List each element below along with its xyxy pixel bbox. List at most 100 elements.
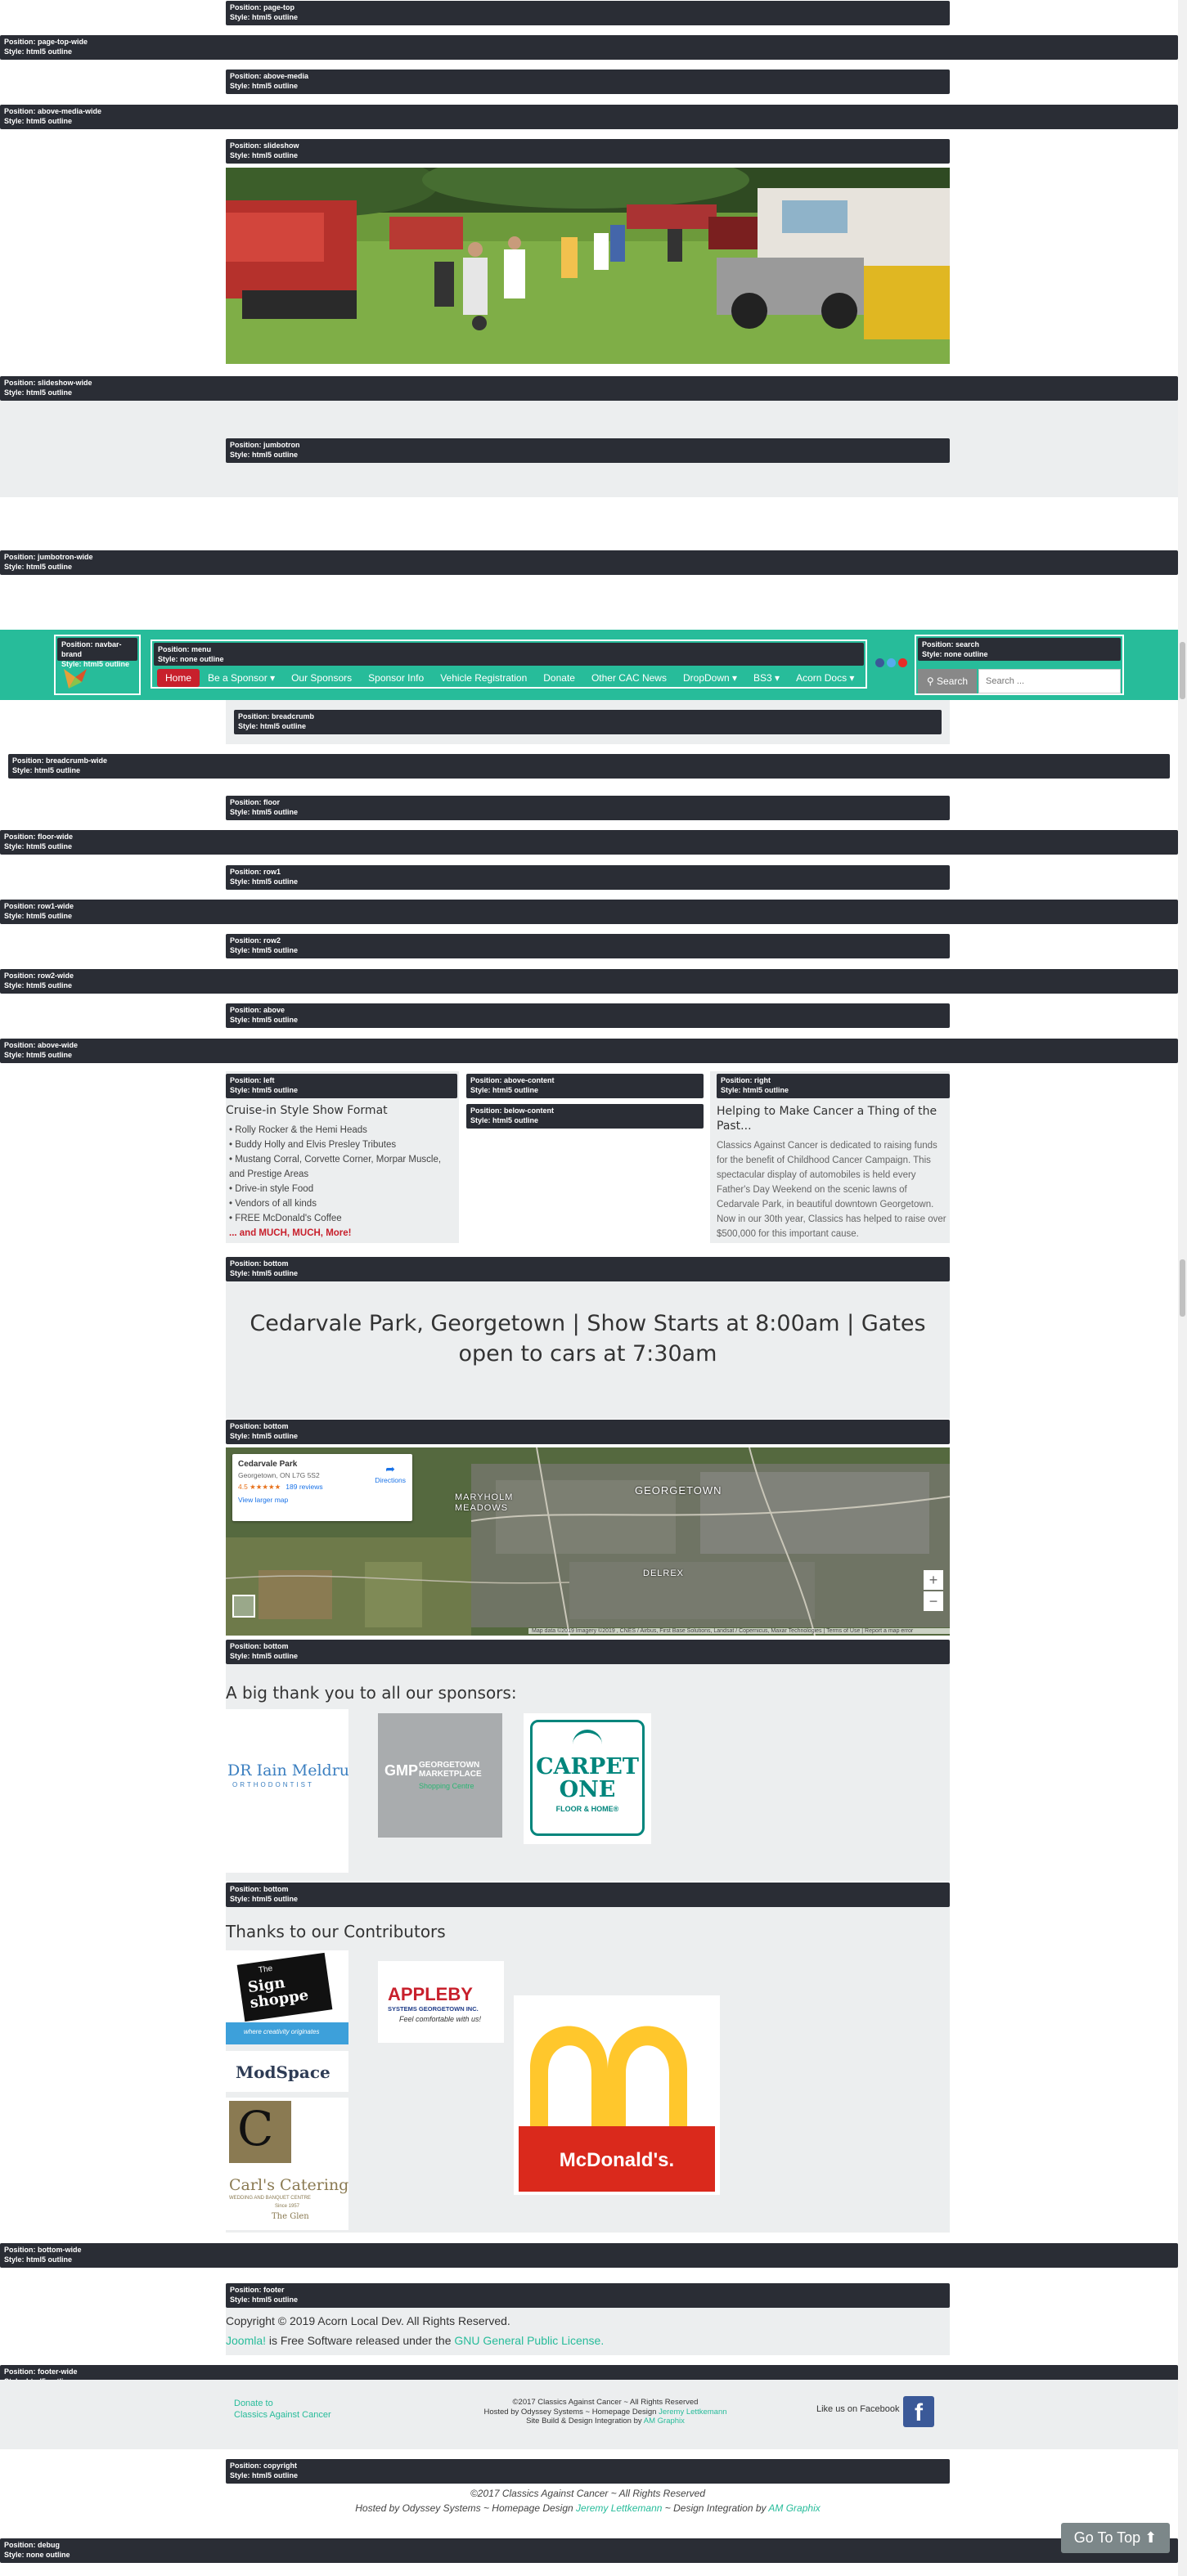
pos-right: Position: right Style: html5 outline xyxy=(717,1074,950,1098)
scrollbar-thumb-2[interactable] xyxy=(1180,1259,1185,1317)
amgraphix-link-2[interactable]: AM Graphix xyxy=(768,2502,820,2514)
main-menu: Home Be a Sponsor ▾ Our Sponsors Sponsor… xyxy=(157,669,862,687)
pos-jumbotron-wide: Position: jumbotron-wide Style: html5 out… xyxy=(0,550,1178,575)
map-attribution: Map data ©2019 Imagery ©2019 , CNES / Ai… xyxy=(528,1628,950,1634)
zoom-out-button[interactable]: − xyxy=(924,1591,943,1611)
menu-container: Position: menu Style: none outline Home B… xyxy=(151,640,867,689)
pos-bottom-wide: Position: bottom-wide Style: html5 outlin… xyxy=(0,2243,1178,2268)
google-map[interactable]: MARYHOLM MEADOWS GEORGETOWN DELREX Cedar… xyxy=(226,1447,950,1636)
pos-above-wide: Position: above-wide Style: html5 outline xyxy=(0,1039,1178,1063)
pos-slideshow: Position: slideshow Style: html5 outline xyxy=(226,139,950,164)
pos-floor-wide: Position: floor-wide Style: html5 outline xyxy=(0,830,1178,855)
joomla-link[interactable]: Joomla! xyxy=(226,2334,266,2347)
pos-row1: Position: row1 Style: html5 outline xyxy=(226,865,950,890)
menu-item-sponsor-info[interactable]: Sponsor Info xyxy=(360,669,432,687)
designer-link-2[interactable]: Jeremy Lettkemann xyxy=(576,2502,662,2514)
go-to-top-button[interactable]: Go To Top ⬆ xyxy=(1061,2523,1170,2553)
facebook-icon[interactable] xyxy=(875,658,884,667)
menu-item-donate[interactable]: Donate xyxy=(535,669,583,687)
pos-bottom-4: Position: bottom Style: html5 outline xyxy=(226,1883,950,1907)
pos-row2-wide: Position: row2-wide Style: html5 outline xyxy=(0,969,1178,994)
right-col-text: Classics Against Cancer is dedicated to … xyxy=(717,1141,946,1239)
appleby-name: APPLEBY xyxy=(388,1984,473,2004)
list-item: • Drive-in style Food xyxy=(229,1184,314,1194)
footer-credits: ©2017 Classics Against Cancer ~ All Righ… xyxy=(483,2398,727,2426)
zoom-in-button[interactable]: + xyxy=(924,1570,943,1590)
car-show-photo xyxy=(226,168,950,364)
gpl-link[interactable]: GNU General Public License. xyxy=(454,2334,604,2347)
list-item-more: ... and MUCH, MUCH, More! xyxy=(229,1228,352,1238)
facebook-icon[interactable]: f xyxy=(903,2396,934,2427)
contributor-logo-sign-shoppe[interactable]: The Sign shoppe where creativity origina… xyxy=(226,1950,348,2044)
map-label-maryholm: MARYHOLM MEADOWS xyxy=(455,1492,514,1513)
contributor-logo-carls-catering[interactable]: C Carl's Catering WEDDING AND BANQUET CE… xyxy=(226,2098,348,2230)
carls-mark: C xyxy=(237,2101,274,2156)
pos-floor: Position: floor Style: html5 outline xyxy=(226,796,950,820)
sponsor-logo-gmp[interactable]: GMP GEORGETOWN MARKETPLACE Shopping Cent… xyxy=(378,1713,502,1838)
sponsor-logo-meldrum[interactable]: DR Iain Meldrum ORTHODONTIST xyxy=(226,1709,348,1873)
search-input[interactable] xyxy=(978,669,1121,693)
youtube-icon[interactable] xyxy=(898,658,907,667)
social-icons xyxy=(875,658,907,667)
pos-page-top-wide: Position: page-top-wide Style: html5 outl… xyxy=(0,35,1178,60)
contributor-logo-modspace[interactable]: ModSpace xyxy=(226,2051,348,2092)
scrollbar-thumb[interactable] xyxy=(1180,642,1185,699)
list-item: • Mustang Corral, Corvette Corner, Morpa… xyxy=(229,1155,442,1179)
map-directions[interactable]: ➦ Directions xyxy=(375,1462,406,1484)
pos-page-top: Position: page-top Style: html5 outline xyxy=(226,1,950,25)
headline: Cedarvale Park, Georgetown | Show Starts… xyxy=(250,1311,926,1367)
page-scrollbar[interactable] xyxy=(1178,0,1187,2576)
carpet-name: CARPET ONE xyxy=(536,1754,639,1802)
acorn-logo-icon xyxy=(64,669,87,689)
pos-menu: Position: menu Style: none outline xyxy=(154,643,864,666)
map-label-georgetown: GEORGETOWN xyxy=(635,1484,722,1497)
search-button[interactable]: ⚲ Search xyxy=(918,669,977,693)
carls-since: Since 1957 xyxy=(275,2204,300,2209)
map-thumbnail-toggle[interactable] xyxy=(232,1595,255,1618)
amgraphix-link[interactable]: AM Graphix xyxy=(644,2417,685,2426)
pos-breadcrumb-wide: Position: breadcrumb-wide Style: html5 ou… xyxy=(8,754,1170,779)
donate-link[interactable]: Donate to Classics Against Cancer xyxy=(234,2398,331,2421)
right-col-title: Helping to Make Cancer a Thing of the Pa… xyxy=(717,1105,937,1133)
carls-sub: WEDDING AND BANQUET CENTRE xyxy=(229,2196,311,2201)
slideshow-image[interactable] xyxy=(226,168,950,364)
twitter-icon[interactable] xyxy=(887,658,896,667)
gmp-mark: GMP xyxy=(384,1762,419,1779)
list-item: • FREE McDonald's Coffee xyxy=(229,1214,342,1223)
gmp-name: GEORGETOWN MARKETPLACE xyxy=(419,1761,482,1779)
menu-item-bs3[interactable]: BS3 ▾ xyxy=(745,669,788,687)
designer-link[interactable]: Jeremy Lettkemann xyxy=(659,2408,726,2417)
facebook-label: Like us on Facebook xyxy=(816,2404,900,2414)
sign-tag: where creativity originates xyxy=(244,2028,320,2035)
pos-bottom-3: Position: bottom Style: html5 outline xyxy=(226,1640,950,1664)
map-reviews-link[interactable]: 189 reviews xyxy=(286,1483,322,1491)
pos-above-content: Position: above-content Style: html5 outl… xyxy=(466,1074,704,1098)
gmp-sub: Shopping Centre xyxy=(419,1782,474,1790)
navbar-brand[interactable]: Position: navbar-brand Style: html5 outli… xyxy=(54,635,141,695)
navbar: Position: navbar-brand Style: html5 outli… xyxy=(0,630,1178,700)
pos-bottom-2: Position: bottom Style: html5 outline xyxy=(226,1420,950,1444)
menu-item-dropdown[interactable]: DropDown ▾ xyxy=(675,669,745,687)
contributor-logo-appleby[interactable]: APPLEBY SYSTEMS GEORGETOWN INC. Feel com… xyxy=(378,1961,504,2043)
menu-item-other-cac-news[interactable]: Other CAC News xyxy=(583,669,675,687)
footer-wide-bar: Donate to Classics Against Cancer ©2017 C… xyxy=(0,2380,1178,2449)
contributor-logo-mcdonalds[interactable]: McDonald's. xyxy=(514,1995,720,2195)
carls-glen: The Glen xyxy=(272,2212,309,2221)
pos-slideshow-wide: Position: slideshow-wide Style: html5 out… xyxy=(0,376,1178,401)
carls-name: Carl's Catering xyxy=(229,2176,348,2194)
meldrum-name: DR Iain Meldrum xyxy=(227,1761,348,1779)
left-col-title: Cruise-in Style Show Format xyxy=(226,1104,388,1117)
menu-item-be-a-sponsor[interactable]: Be a Sponsor ▾ xyxy=(200,669,283,687)
pos-navbar-brand: Position: navbar-brand Style: html5 outli… xyxy=(57,638,137,668)
map-larger-link[interactable]: View larger map xyxy=(238,1496,407,1504)
pos-row2: Position: row2 Style: html5 outline xyxy=(226,934,950,958)
pos-bottom-1: Position: bottom Style: html5 outline xyxy=(226,1257,950,1281)
carpet-sub: FLOOR & HOME® xyxy=(555,1805,619,1813)
style-label: Style: html5 outline xyxy=(230,13,299,21)
menu-item-acorn-docs[interactable]: Acorn Docs ▾ xyxy=(788,669,862,687)
menu-item-our-sponsors[interactable]: Our Sponsors xyxy=(283,669,360,687)
menu-item-vehicle-registration[interactable]: Vehicle Registration xyxy=(432,669,535,687)
sponsor-logo-carpet-one[interactable]: CARPET ONE FLOOR & HOME® xyxy=(524,1713,651,1844)
modspace-name: ModSpace xyxy=(236,2062,330,2082)
menu-item-home[interactable]: Home xyxy=(157,669,200,687)
